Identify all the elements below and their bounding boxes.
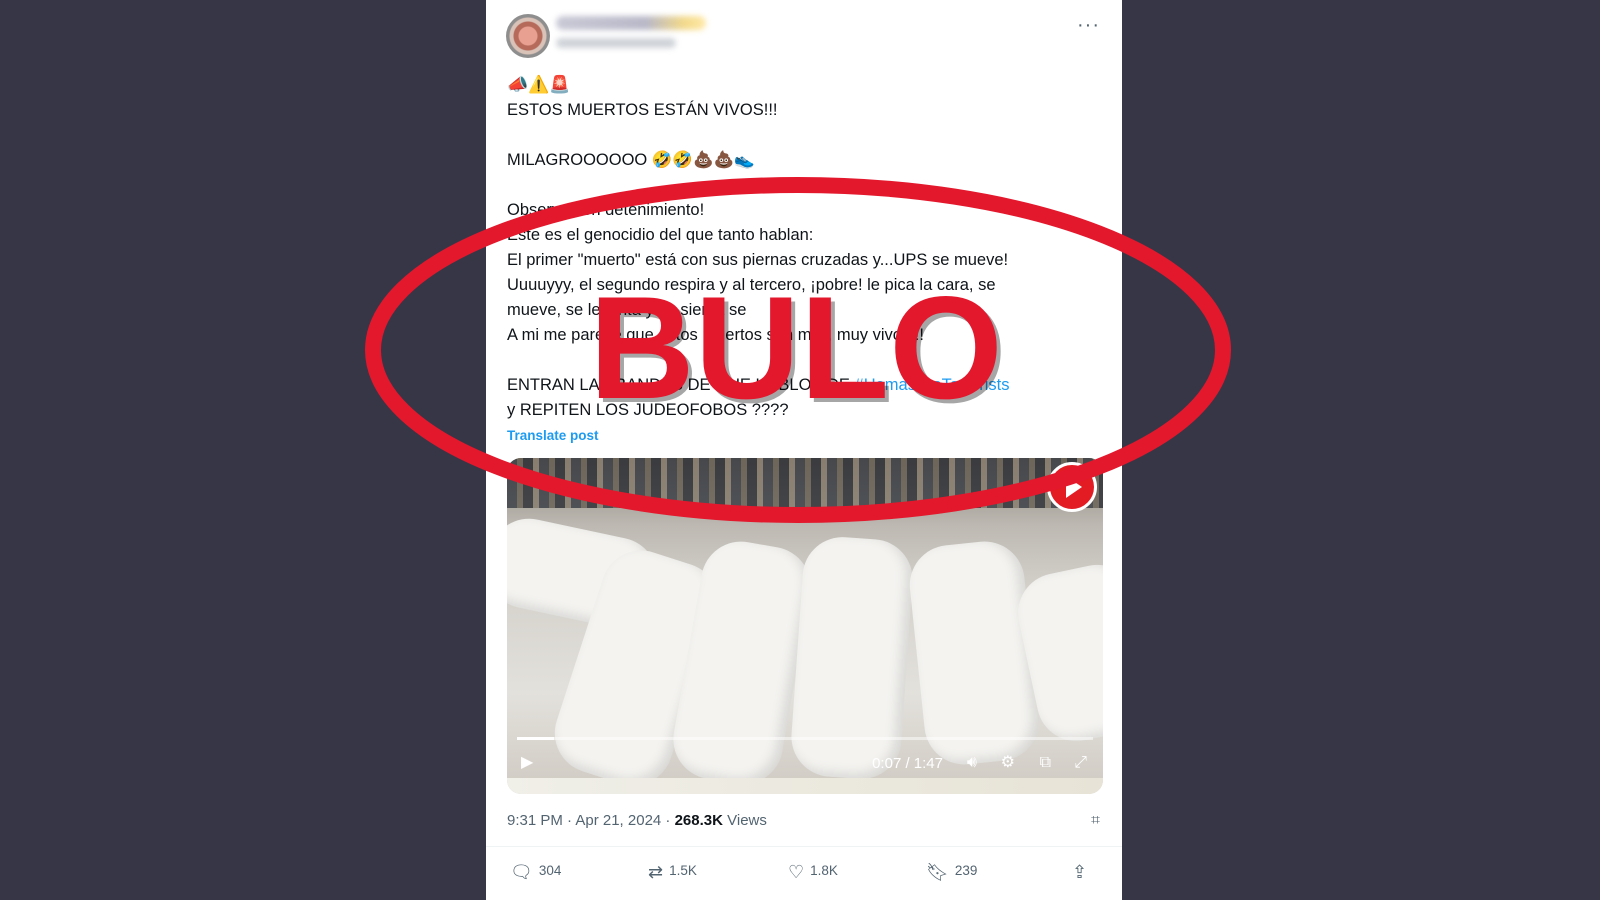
blurred-display-name [556,16,706,30]
post-line: El primer "muerto" está con sus piernas … [507,251,1009,269]
reply-count: 304 [538,863,562,878]
video-frame-shroud [905,537,1044,769]
like-button[interactable]: ♡ 1.8K [788,862,838,883]
share-button[interactable]: ⇪ [1072,862,1093,883]
channel-logo-icon [1047,462,1097,512]
post-line: ENTRAN LAS BANDAS DE QUE HABLOS DE #Hama… [507,373,1107,398]
post-line: mueve, se levanta y se sienta se [507,301,747,319]
like-count: 1.8K [810,863,838,878]
bookmark-button[interactable]: 🔖︎ 239 [926,862,977,883]
gear-icon[interactable]: ⚙ [1001,752,1015,772]
reply-button[interactable]: 🗨︎ 304 [510,862,561,883]
post-line: Uuuuyyy, el segundo respira y al tercero… [507,276,996,294]
post-timestamp[interactable]: 9:31 PM · Apr 21, 2024 · [507,812,675,829]
post-line: y REPITEN LOS JUDEOFOBOS ???? [507,401,789,419]
divider [486,846,1122,847]
repost-button[interactable]: ⇄ 1.5K [648,862,697,883]
fullscreen-icon[interactable]: ⤢ [1074,754,1087,772]
bookmark-count: 239 [954,863,978,878]
post-meta: 9:31 PM · Apr 21, 2024 · 268.3K Views [507,812,767,829]
post-line: MILAGROOOOOO 🤣🤣💩💩👟 [507,151,755,169]
video-frame-shroud [788,534,916,782]
volume-icon[interactable]: 🔊︎ [967,754,977,772]
post-line: A mi me parece que estos muertos son muy… [507,326,924,344]
translate-post-link[interactable]: Translate post [507,428,599,443]
video-progress-fill [517,737,555,740]
hashtag-link[interactable]: #HamasAreTerrorists [855,376,1010,394]
pip-icon[interactable]: ⧉ [1040,754,1051,772]
repost-icon: ⇄ [648,862,664,882]
grok-icon[interactable]: ⌗ [1091,812,1100,830]
tweet-card: ··· 📣⚠️🚨 ESTOS MUERTOS ESTÁN VIVOS!!! MI… [486,0,1122,900]
video-progress-bar[interactable] [517,737,1093,740]
play-icon[interactable]: ▶ [521,752,533,772]
post-line: ESTOS MUERTOS ESTÁN VIVOS!!! [507,101,778,119]
video-time: 0:07 / 1:47 [872,755,943,772]
video-news-ticker [507,778,1103,794]
post-line: Este es el genocidio del que tanto habla… [507,226,814,244]
video-player[interactable]: ▶ 0:07 / 1:47 🔊︎ ⚙ ⧉ ⤢ [507,458,1103,794]
post-line-text: ENTRAN LAS BANDAS DE QUE HABLOS DE [507,376,850,394]
post-text: 📣⚠️🚨 ESTOS MUERTOS ESTÁN VIVOS!!! MILAGR… [507,72,1107,423]
avatar[interactable] [506,14,550,58]
share-icon: ⇪ [1072,862,1088,882]
more-options-icon[interactable]: ··· [1077,14,1100,37]
emoji-header: 📣⚠️🚨 [507,75,571,94]
post-line: Observa con detenimiento! [507,201,705,219]
views-label: Views [722,812,767,829]
views-count: 268.3K [674,812,723,829]
heart-icon: ♡ [788,862,805,882]
blurred-username [556,38,676,48]
reply-icon: 🗨︎ [510,862,533,882]
bookmark-icon: 🔖︎ [926,862,949,882]
repost-count: 1.5K [669,863,697,878]
video-frame-crowd [507,458,1103,508]
